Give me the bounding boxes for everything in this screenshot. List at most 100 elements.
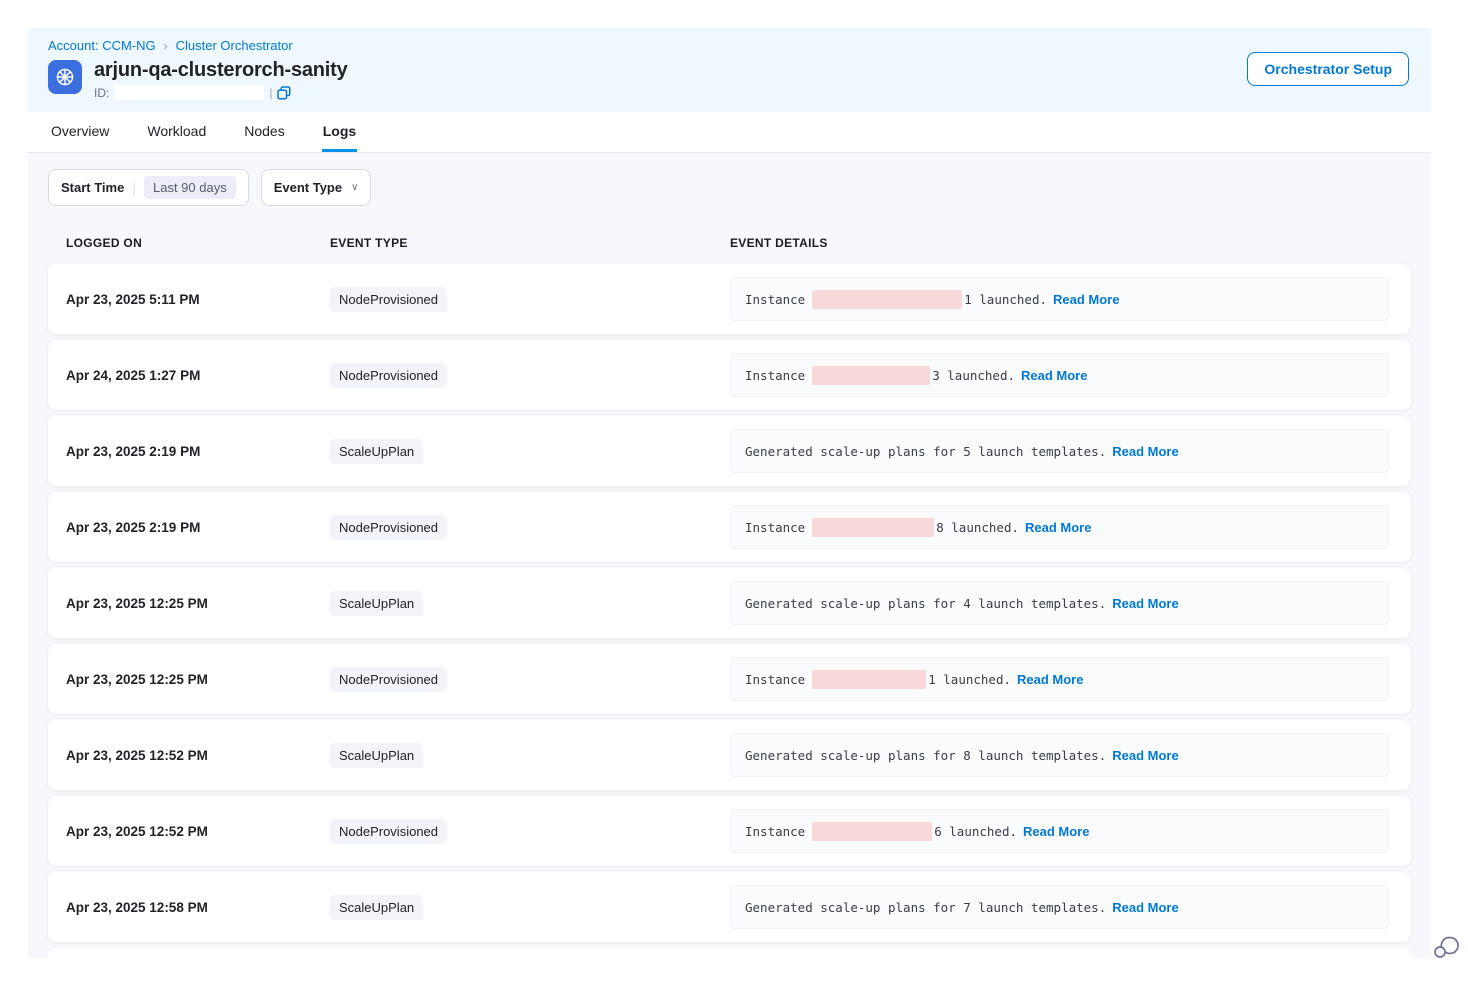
logged-on: Apr 23, 2025 12:25 PM <box>48 672 330 687</box>
event-details-cell: Instance8 launched.Read More <box>730 505 1389 549</box>
read-more-link[interactable]: Read More <box>1112 748 1178 763</box>
breadcrumb: Account: CCM-NG › Cluster Orchestrator <box>48 38 1411 53</box>
breadcrumb-cluster-orchestrator-link[interactable]: Cluster Orchestrator <box>176 38 293 53</box>
event-details-cell: Generated scale-up plans for 4 launch te… <box>730 581 1389 625</box>
chevron-down-icon: ∨ <box>351 182 358 193</box>
detail-prefix: Instance <box>745 672 805 687</box>
event-details-box: Instance 1 launched. Read More <box>730 657 1389 701</box>
filter-row: Start Time | Last 90 days Event Type ∨ <box>48 169 1411 206</box>
event-type-badge: NodeProvisioned <box>330 515 447 540</box>
event-details-cell: Instance1 launched.Read More <box>730 277 1389 321</box>
read-more-link[interactable]: Read More <box>1023 824 1089 839</box>
filter-divider: | <box>132 180 136 196</box>
read-more-link[interactable]: Read More <box>1112 900 1178 915</box>
column-header-event-details: EVENT DETAILS <box>730 236 1389 250</box>
detail-suffix: 6 launched. <box>934 824 1017 839</box>
log-event-row: Apr 23, 2025 5:11 PM NodeProvisioned Ins… <box>48 264 1411 334</box>
breadcrumb-account-link[interactable]: Account: CCM-NG <box>48 38 156 53</box>
column-header-event-type: EVENT TYPE <box>330 236 730 250</box>
detail-prefix: Generated scale-up plans for 7 launch te… <box>745 900 1106 915</box>
redacted-instance-id <box>812 366 930 385</box>
logged-on: Apr 23, 2025 12:58 PM <box>48 900 330 915</box>
event-type-badge: ScaleUpPlan <box>330 895 423 920</box>
event-details-box: Instance 6 launched. Read More <box>730 809 1389 853</box>
read-more-link[interactable]: Read More <box>1112 596 1178 611</box>
detail-prefix: Instance <box>745 368 805 383</box>
title-block: arjun-qa-clusterorch-sanity ID: | <box>94 58 348 100</box>
redacted-instance-id <box>812 518 934 537</box>
redacted-instance-id <box>812 670 926 689</box>
tab-workload[interactable]: Workload <box>146 112 207 152</box>
detail-prefix: Instance <box>745 824 805 839</box>
event-details-box: Generated scale-up plans for 8 launch te… <box>730 733 1389 777</box>
event-details-box: Instance8 launched.Read More <box>730 505 1389 549</box>
logged-on: Apr 23, 2025 5:11 PM <box>48 292 330 307</box>
start-time-label: Start Time <box>61 180 124 195</box>
start-time-value: Last 90 days <box>144 176 236 199</box>
event-details-box: Generated scale-up plans for 5 launch te… <box>730 429 1389 473</box>
tab-label: Logs <box>323 123 356 139</box>
log-event-row: Apr 23, 2025 12:52 PM NodeProvisioned In… <box>48 796 1411 866</box>
event-details-cell: Generated scale-up plans for 5 launch te… <box>730 429 1389 473</box>
copy-icon[interactable] <box>277 86 291 100</box>
id-separator: | <box>269 86 272 100</box>
event-type-badge: ScaleUpPlan <box>330 743 423 768</box>
table-header-row: LOGGED ON EVENT TYPE EVENT DETAILS <box>48 224 1411 264</box>
tab-nodes[interactable]: Nodes <box>243 112 285 152</box>
tab-label: Overview <box>51 123 109 139</box>
logged-on: Apr 23, 2025 12:52 PM <box>48 748 330 763</box>
event-details-cell: Instance 6 launched. Read More <box>730 809 1389 853</box>
detail-suffix: 8 launched. <box>936 520 1019 535</box>
read-more-link[interactable]: Read More <box>1025 520 1091 535</box>
start-time-filter[interactable]: Start Time | Last 90 days <box>48 169 249 206</box>
log-event-row-partial <box>48 948 1411 958</box>
log-event-row: Apr 23, 2025 12:25 PM NodeProvisioned In… <box>48 644 1411 714</box>
event-details-box: Generated scale-up plans for 4 launch te… <box>730 581 1389 625</box>
kubernetes-wheel-icon <box>48 60 82 94</box>
logged-on: Apr 23, 2025 12:25 PM <box>48 596 330 611</box>
tab-bar: Overview Workload Nodes Logs <box>28 112 1431 153</box>
event-details-cell: Generated scale-up plans for 8 launch te… <box>730 733 1389 777</box>
event-type-badge: NodeProvisioned <box>330 363 447 388</box>
redacted-instance-id <box>812 290 962 309</box>
event-type-cell: NodeProvisioned <box>330 287 730 312</box>
redacted-instance-id <box>812 822 932 841</box>
logs-content: Start Time | Last 90 days Event Type ∨ L… <box>28 153 1431 958</box>
event-details-box: Generated scale-up plans for 7 launch te… <box>730 885 1389 929</box>
event-details-cell: Instance 1 launched. Read More <box>730 657 1389 701</box>
detail-suffix: 3 launched. <box>932 368 1015 383</box>
detail-prefix: Generated scale-up plans for 5 launch te… <box>745 444 1106 459</box>
tab-overview[interactable]: Overview <box>50 112 110 152</box>
title-row: arjun-qa-clusterorch-sanity ID: | <box>48 58 1411 100</box>
event-type-cell: ScaleUpPlan <box>330 439 730 464</box>
detail-suffix: 1 launched. <box>928 672 1011 687</box>
orchestrator-setup-button[interactable]: Orchestrator Setup <box>1247 52 1409 86</box>
event-type-cell: ScaleUpPlan <box>330 895 730 920</box>
redacted-cluster-id <box>114 85 264 100</box>
column-header-logged-on: LOGGED ON <box>48 236 330 250</box>
detail-prefix: Generated scale-up plans for 4 launch te… <box>745 596 1106 611</box>
read-more-link[interactable]: Read More <box>1017 672 1083 687</box>
event-type-cell: NodeProvisioned <box>330 819 730 844</box>
event-type-badge: NodeProvisioned <box>330 667 447 692</box>
id-label: ID: <box>94 86 109 100</box>
log-event-row: Apr 23, 2025 12:25 PM ScaleUpPlan Genera… <box>48 568 1411 638</box>
log-event-row: Apr 23, 2025 2:19 PM ScaleUpPlan Generat… <box>48 416 1411 486</box>
event-type-label: Event Type <box>274 180 342 195</box>
log-event-row: Apr 23, 2025 2:19 PM NodeProvisioned Ins… <box>48 492 1411 562</box>
logged-on: Apr 23, 2025 2:19 PM <box>48 520 330 535</box>
tab-label: Nodes <box>244 123 284 139</box>
event-list: Apr 23, 2025 5:11 PM NodeProvisioned Ins… <box>48 264 1411 958</box>
event-type-cell: ScaleUpPlan <box>330 591 730 616</box>
read-more-link[interactable]: Read More <box>1112 444 1178 459</box>
tab-logs[interactable]: Logs <box>322 112 357 152</box>
page-title: arjun-qa-clusterorch-sanity <box>94 58 348 82</box>
log-event-row: Apr 24, 2025 1:27 PM NodeProvisioned Ins… <box>48 340 1411 410</box>
breadcrumb-separator-icon: › <box>164 39 168 53</box>
read-more-link[interactable]: Read More <box>1053 292 1119 307</box>
event-type-filter[interactable]: Event Type ∨ <box>261 169 372 206</box>
read-more-link[interactable]: Read More <box>1021 368 1087 383</box>
detail-prefix: Generated scale-up plans for 8 launch te… <box>745 748 1106 763</box>
chat-bubble-icon[interactable] <box>1432 930 1460 960</box>
event-type-badge: NodeProvisioned <box>330 287 447 312</box>
